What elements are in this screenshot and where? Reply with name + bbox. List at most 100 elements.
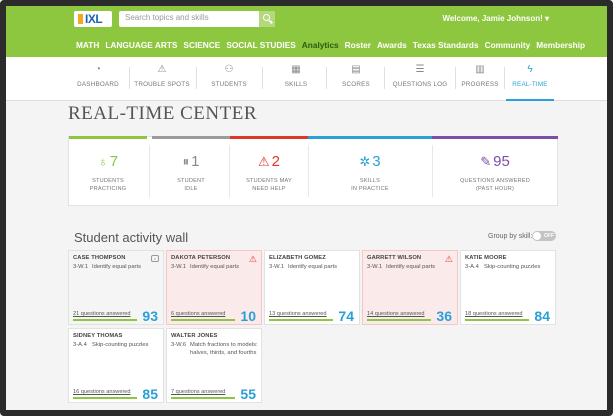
student-name: WALTER JONES	[171, 333, 218, 339]
stat-label-line: PRACTICING	[89, 186, 127, 192]
stat-number: 3	[372, 153, 381, 170]
stat-skills-in-practice[interactable]: ✲ 3 SKILLS IN PRACTICE	[308, 136, 432, 205]
activity-wall: CASE THOMPSON ıı 3-W.1 Identify equal par…	[68, 250, 558, 410]
smart-score: 84	[534, 308, 550, 324]
idle-pause-icon: ıı	[151, 255, 159, 262]
questions-answered-link[interactable]: 16 questions answered	[73, 389, 131, 395]
subnav-label: STUDENTS	[211, 81, 247, 88]
smart-score: 36	[436, 308, 452, 324]
search-placeholder: Search topics and skills	[125, 13, 209, 22]
subnav-questions-log[interactable]: ☰ QUESTIONS LOG	[388, 63, 452, 97]
search-input[interactable]: Search topics and skills	[119, 11, 275, 27]
stat-stripe	[69, 136, 147, 139]
skill-code: 3-W.1	[367, 264, 383, 270]
stat-label-line: STUDENT	[177, 178, 205, 184]
subnav-label: QUESTIONS LOG	[392, 81, 448, 88]
analytics-subnav: ◔ DASHBOARD ⚠ TROUBLE SPOTS ⚇ STUDENTS ▦…	[6, 57, 607, 101]
subnav-skills[interactable]: ▦ SKILLS	[268, 63, 324, 97]
student-skill: 3-W.6 Match fractions to models: halves, …	[171, 342, 259, 357]
nav-math[interactable]: MATH	[76, 40, 99, 50]
stat-stripe	[230, 136, 308, 139]
stat-label: STUDENT IDLE	[152, 177, 230, 193]
student-name: ELIZABETH GOMEZ	[269, 255, 326, 261]
skill-name: Identify equal parts	[386, 264, 435, 270]
smart-score: 93	[142, 308, 158, 324]
stat-students-practicing[interactable]: ♁ 7 STUDENTS PRACTICING	[69, 136, 147, 205]
subnav-trouble-spots[interactable]: ⚠ TROUBLE SPOTS	[132, 63, 192, 97]
dashboard-icon: ◔	[94, 64, 102, 75]
nav-analytics[interactable]: Analytics	[302, 40, 339, 50]
stat-label: QUESTIONS ANSWERED (PAST HOUR)	[432, 177, 558, 193]
subnav-label: TROUBLE SPOTS	[134, 81, 190, 88]
student-card[interactable]: WALTER JONES 3-W.6 Match fractions to mod…	[166, 328, 262, 403]
smart-score: 10	[240, 308, 256, 324]
group-by-label: Group by skill:	[488, 233, 533, 240]
student-card[interactable]: KATIE MOORE 3-A.4 Skip-counting puzzles 1…	[460, 250, 556, 325]
stat-number: 7	[109, 153, 119, 170]
nav-language-arts[interactable]: LANGUAGE ARTS	[105, 40, 177, 50]
stat-value: ✎ 95	[432, 153, 558, 170]
questions-answered-link[interactable]: 18 questions answered	[465, 311, 523, 317]
smart-score: 55	[240, 386, 256, 402]
subnav-dashboard[interactable]: ◔ DASHBOARD	[70, 63, 126, 97]
skill-code: 3-A.4	[465, 264, 479, 270]
stat-label-line: IN PRACTICE	[351, 186, 389, 192]
nav-community[interactable]: Community	[485, 40, 531, 50]
stat-label: STUDENTS MAY NEED HELP	[230, 177, 308, 193]
students-icon: ⚇	[224, 64, 234, 75]
logo-bar	[78, 14, 83, 24]
nav-social-studies[interactable]: SOCIAL STUDIES	[226, 40, 295, 50]
stat-student-idle[interactable]: ⏸ 1 STUDENT IDLE	[152, 136, 230, 205]
questions-answered-link[interactable]: 7 questions answered	[171, 389, 225, 395]
progress-icon: ▥	[475, 64, 485, 75]
student-name: KATIE MOORE	[465, 255, 507, 261]
pause-icon: ⏸	[182, 154, 190, 169]
activity-wall-title: Student activity wall	[74, 230, 189, 245]
divider	[455, 67, 456, 89]
nav-texas-standards[interactable]: Texas Standards	[413, 40, 479, 50]
subnav-progress[interactable]: ▥ PROGRESS	[458, 63, 502, 97]
puzzle-icon: ✲	[359, 154, 371, 169]
subnav-real-time[interactable]: ϟ REAL-TIME	[506, 63, 554, 101]
stat-label-line: IDLE	[184, 186, 198, 192]
main-nav: MATH LANGUAGE ARTS SCIENCE SOCIAL STUDIE…	[76, 37, 591, 53]
questions-answered-link[interactable]: 14 questions answered	[367, 311, 425, 317]
student-card[interactable]: SIDNEY THOMAS 3-A.4 Skip-counting puzzles…	[68, 328, 164, 403]
stat-label-line: STUDENTS MAY	[246, 178, 292, 184]
lightning-icon: ϟ	[527, 64, 533, 75]
subnav-label: PROGRESS	[461, 81, 499, 88]
divider	[308, 145, 309, 197]
subnav-students[interactable]: ⚇ STUDENTS	[200, 63, 258, 97]
student-card[interactable]: GARRETT WILSON ⚠ 3-W.1 Identify equal par…	[362, 250, 458, 325]
stat-questions-answered[interactable]: ✎ 95 QUESTIONS ANSWERED (PAST HOUR)	[432, 136, 558, 205]
ixl-logo[interactable]: IXL	[74, 11, 112, 27]
student-name: SIDNEY THOMAS	[73, 333, 123, 339]
search-icon-handle	[269, 19, 273, 24]
nav-roster[interactable]: Roster	[345, 40, 371, 50]
nav-science[interactable]: SCIENCE	[183, 40, 220, 50]
divider	[432, 145, 433, 197]
user-menu[interactable]: Welcome, Jamie Johnson! ▾	[442, 14, 549, 23]
stat-label-line: STUDENTS	[92, 178, 124, 184]
nav-awards[interactable]: Awards	[377, 40, 407, 50]
questions-answered-link[interactable]: 6 questions answered	[171, 311, 225, 317]
smart-score: 74	[338, 308, 354, 324]
questions-answered-link[interactable]: 13 questions answered	[269, 311, 327, 317]
skill-code: 3-W.1	[73, 264, 89, 270]
student-card[interactable]: DAKOTA PETERSON ⚠ 3-W.1 Identify equal pa…	[166, 250, 262, 325]
student-skill: 3-W.1 Identify equal parts	[367, 264, 455, 272]
search-button[interactable]	[259, 11, 275, 27]
student-card[interactable]: ELIZABETH GOMEZ 3-W.1 Identify equal part…	[264, 250, 360, 325]
student-skill: 3-W.1 Identify equal parts	[269, 264, 357, 272]
student-card[interactable]: CASE THOMPSON ıı 3-W.1 Identify equal par…	[68, 250, 164, 325]
group-by-toggle[interactable]: OFF	[532, 231, 556, 241]
stat-value: ♁ 7	[69, 153, 147, 170]
skills-icon: ▦	[291, 64, 301, 75]
subnav-scores[interactable]: ▤ SCORES	[330, 63, 382, 97]
skill-code: 3-A.4	[73, 342, 87, 348]
progress-bar	[171, 397, 235, 399]
questions-answered-link[interactable]: 21 questions answered	[73, 311, 131, 317]
stat-stripe	[152, 136, 230, 139]
nav-membership[interactable]: Membership	[536, 40, 585, 50]
stat-need-help[interactable]: ⚠ 2 STUDENTS MAY NEED HELP	[230, 136, 308, 205]
